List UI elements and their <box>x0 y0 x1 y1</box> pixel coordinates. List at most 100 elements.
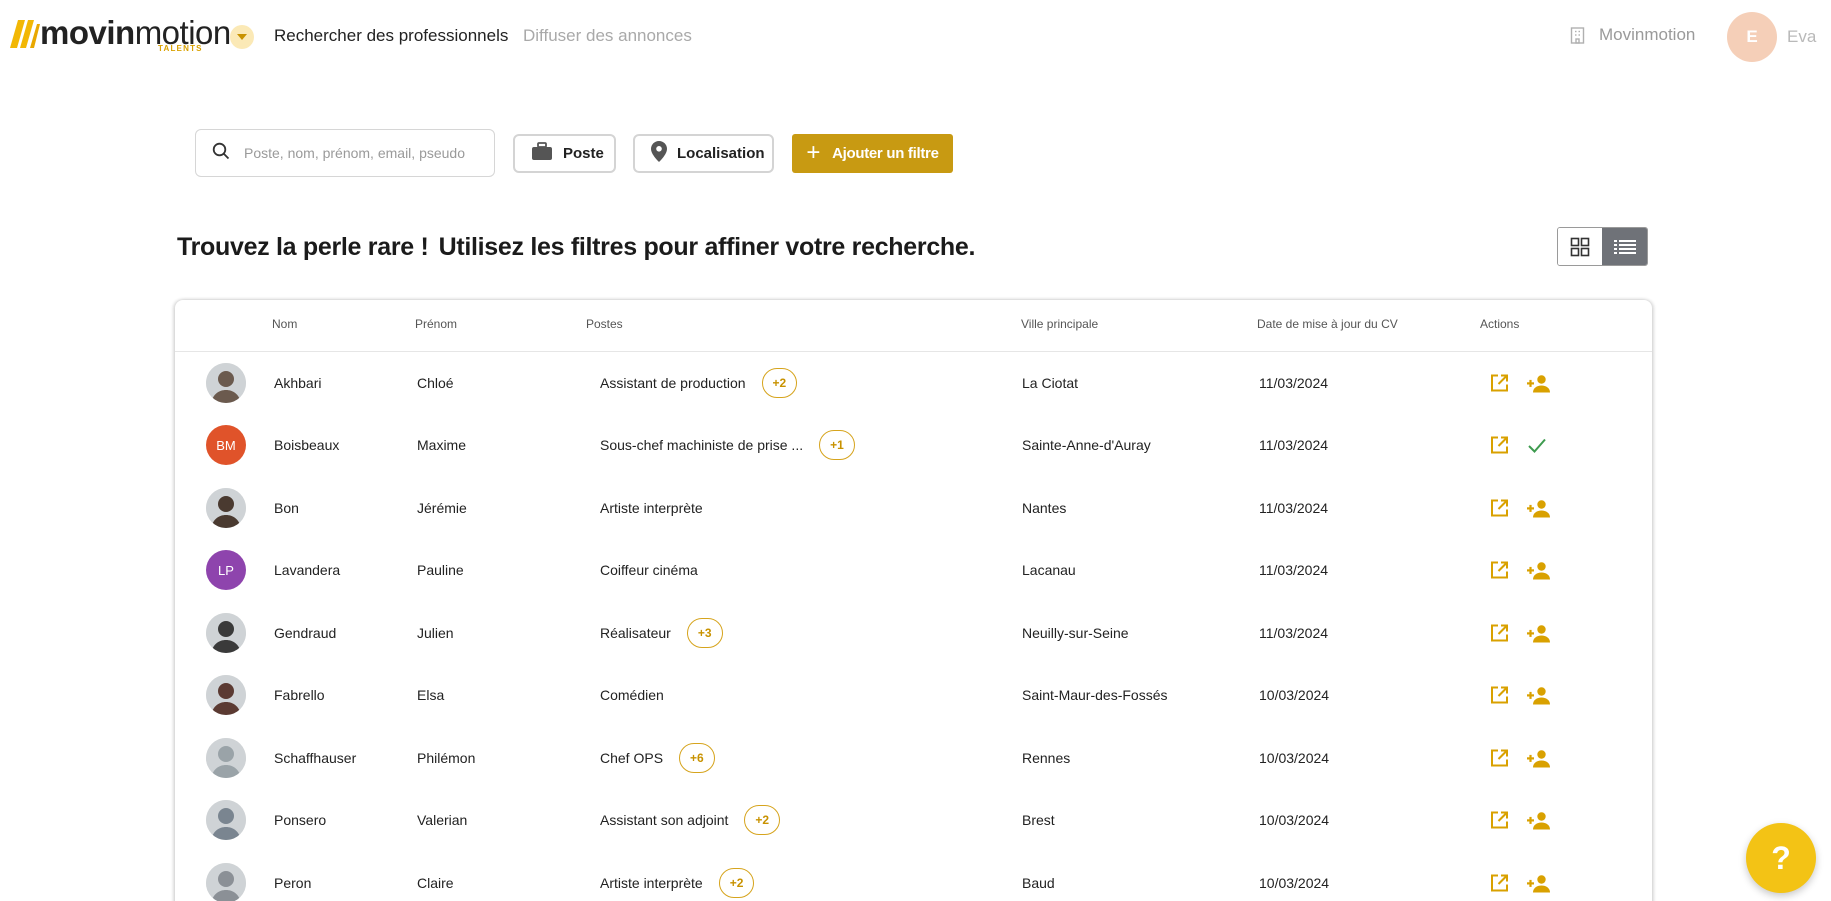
avatar-photo <box>206 675 246 715</box>
poste-label: Assistant son adjoint <box>600 812 729 828</box>
poste-label: Chef OPS <box>600 750 664 766</box>
table-row[interactable]: Bon Jérémie Artiste interprète Nantes 11/03/… <box>175 477 1652 539</box>
list-icon <box>1613 239 1636 254</box>
open-profile-icon[interactable] <box>1490 561 1509 580</box>
cell-prenom: Maxime <box>417 437 467 453</box>
cell-ville: La Ciotat <box>1022 375 1079 391</box>
open-profile-icon[interactable] <box>1490 811 1509 830</box>
building-icon <box>1570 26 1585 44</box>
page-title-hint: Utilisez les filtres pour affiner votre … <box>438 233 976 261</box>
row-actions <box>1490 499 1551 518</box>
table-row[interactable]: Ponsero Valerian Assistant son adjoint +2 Br… <box>175 789 1652 851</box>
table-row[interactable]: BM Boisbeaux Maxime Sous-chef machiniste de… <box>175 414 1652 476</box>
more-postes-badge[interactable]: +3 <box>686 618 723 648</box>
add-person-icon[interactable] <box>1527 874 1551 892</box>
add-person-icon[interactable] <box>1527 561 1551 579</box>
open-profile-icon[interactable] <box>1490 436 1509 455</box>
cell-prenom: Valerian <box>417 812 468 828</box>
header-actions: Actions <box>1480 317 1520 331</box>
cell-nom: Peron <box>274 875 312 891</box>
professionals-table: Nom Prénom Postes Ville principale Date … <box>175 300 1652 901</box>
add-person-icon[interactable] <box>1527 374 1551 392</box>
poste-label: Artiste interprète <box>600 875 703 891</box>
add-person-icon[interactable] <box>1527 499 1551 517</box>
avatar-photo <box>206 613 246 653</box>
table-row[interactable]: Peron Claire Artiste interprète +2 Baud 10/03… <box>175 852 1652 901</box>
open-profile-icon[interactable] <box>1490 686 1509 705</box>
cell-ville: Saint-Maur-des-Fossés <box>1022 687 1168 703</box>
user-name: Eva <box>1787 27 1817 46</box>
poste-label: Assistant de production <box>600 375 746 391</box>
search-field[interactable] <box>195 129 495 177</box>
add-person-icon[interactable] <box>1527 686 1551 704</box>
table-row[interactable]: LP Lavandera Pauline Coiffeur cinéma Lacanau… <box>175 539 1652 601</box>
open-profile-icon[interactable] <box>1490 624 1509 643</box>
list-view-button[interactable] <box>1602 228 1647 265</box>
nav-rechercher-professionnels[interactable]: Rechercher des professionnels <box>274 25 508 47</box>
table-row[interactable]: Fabrello Elsa Comédien Saint-Maur-des-Fossé… <box>175 664 1652 726</box>
cell-nom: Bon <box>274 500 299 516</box>
chevron-down-icon <box>237 34 247 40</box>
help-button[interactable]: ? <box>1746 823 1816 893</box>
localisation-filter-button[interactable]: Localisation <box>633 134 774 173</box>
avatar-photo <box>206 738 246 778</box>
row-actions <box>1490 686 1551 705</box>
more-postes-badge[interactable]: +6 <box>679 743 715 773</box>
grid-view-button[interactable] <box>1558 228 1603 265</box>
user-avatar: E <box>1727 12 1777 62</box>
cell-postes: Artiste interprète +2 <box>600 868 755 898</box>
page-title-main: Trouvez la perle rare ! <box>177 233 429 261</box>
user-menu[interactable]: E Eva <box>1727 12 1816 62</box>
top-navigation: movinmotion TALENTS Rechercher des profe… <box>0 0 1831 72</box>
grid-icon <box>1570 237 1590 256</box>
cell-ville: Brest <box>1022 812 1055 828</box>
page-title: Trouvez la perle rare ! Utilisez les filt… <box>177 233 975 262</box>
cell-date: 11/03/2024 <box>1259 500 1329 516</box>
cell-postes: Assistant son adjoint +2 <box>600 805 781 835</box>
header-ville[interactable]: Ville principale <box>1021 317 1098 331</box>
add-filter-button[interactable]: + Ajouter un filtre <box>792 134 953 173</box>
cell-nom: Ponsero <box>274 812 327 828</box>
open-profile-icon[interactable] <box>1490 749 1509 768</box>
table-row[interactable]: Gendraud Julien Réalisateur +3 Neuilly-sur-S… <box>175 602 1652 664</box>
cell-postes: Réalisateur +3 <box>600 618 723 648</box>
cell-nom: Lavandera <box>274 562 341 578</box>
cell-date: 11/03/2024 <box>1259 437 1329 453</box>
header-prenom[interactable]: Prénom <box>415 317 457 331</box>
header-date[interactable]: Date de mise à jour du CV <box>1257 317 1398 331</box>
search-input[interactable] <box>244 145 474 161</box>
cell-ville: Neuilly-sur-Seine <box>1022 625 1129 641</box>
cell-nom: Akhbari <box>274 375 322 391</box>
header-postes[interactable]: Postes <box>586 317 623 331</box>
add-person-icon[interactable] <box>1527 624 1551 642</box>
open-profile-icon[interactable] <box>1490 874 1509 893</box>
more-postes-badge[interactable]: +2 <box>744 805 781 835</box>
cell-nom: Gendraud <box>274 625 337 641</box>
more-postes-badge[interactable]: +1 <box>819 430 855 460</box>
table-row[interactable]: Akhbari Chloé Assistant de production +2 La … <box>175 352 1652 414</box>
organization-switcher[interactable]: Movinmotion <box>1570 25 1695 45</box>
cell-postes: Comédien <box>600 687 664 703</box>
logo-subtitle: TALENTS <box>158 44 203 53</box>
more-postes-badge[interactable]: +2 <box>761 368 798 398</box>
cell-date: 11/03/2024 <box>1259 562 1329 578</box>
cell-ville: Rennes <box>1022 750 1071 766</box>
more-postes-badge[interactable]: +2 <box>718 868 755 898</box>
poste-filter-button[interactable]: Poste <box>513 134 616 173</box>
cell-date: 11/03/2024 <box>1259 625 1329 641</box>
add-person-icon[interactable] <box>1527 811 1551 829</box>
app-switcher-dropdown[interactable] <box>230 25 254 49</box>
localisation-filter-label: Localisation <box>677 145 765 162</box>
avatar-photo <box>206 800 246 840</box>
open-profile-icon[interactable] <box>1490 374 1509 393</box>
open-profile-icon[interactable] <box>1490 499 1509 518</box>
nav-diffuser-annonces[interactable]: Diffuser des annonces <box>523 25 692 47</box>
movinmotion-logo[interactable]: movinmotion TALENTS <box>10 16 231 56</box>
table-row[interactable]: Schaffhauser Philémon Chef OPS +6 Rennes 10/0… <box>175 727 1652 789</box>
cell-date: 11/03/2024 <box>1259 375 1329 391</box>
avatar-initials: BM <box>206 425 246 465</box>
add-person-icon[interactable] <box>1527 749 1551 767</box>
header-nom[interactable]: Nom <box>272 317 297 331</box>
cell-postes: Artiste interprète <box>600 500 703 516</box>
avatar-initials: LP <box>206 550 246 590</box>
